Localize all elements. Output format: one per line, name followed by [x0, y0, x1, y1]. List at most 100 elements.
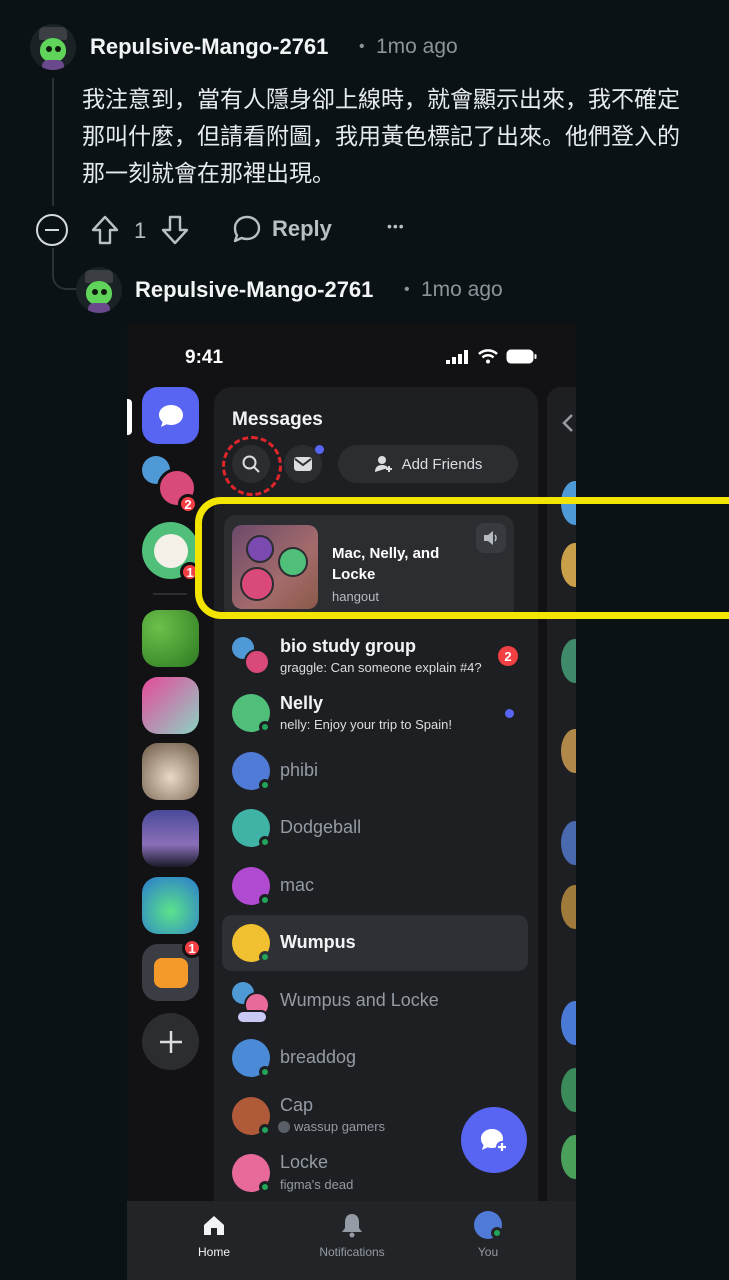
yellow-highlight-marker	[195, 497, 729, 619]
group-dm-avatar[interactable]: 2	[142, 456, 202, 516]
new-chat-icon	[481, 1129, 508, 1153]
direct-messages-button[interactable]	[142, 387, 199, 444]
tab-you[interactable]: You	[443, 1209, 533, 1259]
wifi-icon	[478, 349, 498, 364]
dm-name: Dodgeball	[280, 817, 362, 837]
dm-name: Wumpus and Locke	[280, 990, 439, 1010]
dm-row-bio-study-group[interactable]: bio study group graggle: Can someone exp…	[222, 628, 528, 684]
online-indicator	[259, 894, 271, 906]
server-frog[interactable]	[142, 677, 199, 734]
upvote-icon	[91, 215, 119, 245]
dm-row-mac[interactable]: mac	[222, 858, 528, 914]
reply-separator-dot: •	[404, 281, 410, 298]
battery-icon	[506, 349, 537, 364]
vote-count: 1	[134, 218, 147, 243]
dm-last-message: graggle: Can someone explain #4?	[280, 660, 482, 675]
reply-timestamp: 1mo ago	[421, 278, 503, 301]
dm-status: wassup gamers	[278, 1119, 385, 1134]
upvote-button[interactable]	[90, 214, 120, 246]
tab-home-label: Home	[197, 1245, 230, 1259]
dm-row-phibi[interactable]: phibi	[222, 743, 528, 799]
comment-bubble-icon	[233, 215, 261, 243]
unread-badge: 1	[182, 938, 202, 958]
chevron-left-icon	[562, 414, 573, 432]
comment-username[interactable]: Repulsive-Mango-2761	[90, 34, 328, 60]
online-indicator	[259, 1181, 271, 1193]
server-cat[interactable]	[142, 743, 199, 800]
red-dashed-circle-marker	[222, 436, 282, 496]
rail-selected-indicator	[127, 399, 132, 435]
separator-dot: •	[359, 38, 365, 55]
server-robot[interactable]: 1	[142, 938, 202, 1001]
dm-name: phibi	[280, 760, 319, 780]
reply-button[interactable]: Reply	[232, 214, 332, 244]
rail-separator	[153, 593, 187, 595]
server-slime[interactable]	[142, 877, 199, 934]
attached-screenshot[interactable]: 9:41 2 1 1 Messages Add Friends Mac, Nel…	[127, 323, 576, 1280]
online-indicator	[259, 779, 271, 791]
reply-username[interactable]: Repulsive-Mango-2761	[135, 277, 373, 303]
status-icons	[446, 349, 538, 364]
dm-row-wumpus-and-locke[interactable]: Wumpus and Locke	[222, 973, 528, 1029]
downvote-button[interactable]	[160, 214, 190, 246]
plus-icon	[159, 1030, 182, 1053]
signal-icon	[446, 349, 468, 364]
inbox-unread-dot	[315, 445, 324, 454]
online-indicator	[491, 1227, 503, 1239]
group-avatar	[232, 637, 270, 675]
tab-home[interactable]: Home	[169, 1209, 259, 1259]
dm-name: Wumpus	[280, 932, 356, 952]
friend-avatar-bunny[interactable]: 1	[142, 522, 200, 582]
dm-row-breaddog[interactable]: breaddog	[222, 1030, 528, 1086]
online-indicator	[259, 951, 271, 963]
status-emoji-icon	[278, 1120, 290, 1133]
dm-name: mac	[280, 875, 315, 895]
dm-status-text: wassup gamers	[294, 1119, 386, 1134]
user-avatar[interactable]	[30, 24, 76, 70]
reply-label: Reply	[272, 216, 332, 241]
new-message-button[interactable]	[461, 1107, 527, 1173]
bell-icon	[342, 1214, 362, 1238]
dm-last-message: nelly: Enjoy your trip to Spain!	[280, 717, 452, 732]
unread-badge: 2	[498, 646, 518, 666]
unread-badge: 2	[178, 494, 198, 514]
add-friend-icon	[374, 456, 392, 472]
tab-notifications-label: Notifications	[319, 1245, 385, 1259]
comment-body: 我注意到，當有人隱身卻上線時，就會顯示出來，我不確定那叫什麼，但請看附圖，我用黃…	[82, 87, 680, 187]
add-friends-button[interactable]: Add Friends	[338, 445, 518, 483]
collapse-thread-button[interactable]	[36, 214, 68, 246]
dm-name: bio study group	[280, 636, 416, 656]
server-sunset[interactable]	[142, 810, 199, 867]
dm-status-text: figma's dead	[280, 1177, 354, 1192]
inbox-button[interactable]	[284, 445, 324, 483]
dm-name: Locke	[280, 1152, 329, 1172]
add-friends-label: Add Friends	[401, 455, 483, 473]
thread-line	[52, 78, 54, 206]
comment-timestamp: 1mo ago	[376, 35, 458, 58]
add-server-button[interactable]	[142, 1013, 199, 1070]
dm-name: Cap	[280, 1095, 314, 1115]
envelope-icon	[294, 457, 312, 471]
reply-user-avatar[interactable]	[76, 267, 122, 313]
dm-name: Nelly	[280, 693, 324, 713]
dm-row-nelly[interactable]: Nelly nelly: Enjoy your trip to Spain!	[222, 685, 528, 741]
downvote-icon	[161, 215, 189, 245]
messages-title: Messages	[232, 409, 323, 430]
online-indicator	[259, 836, 271, 848]
home-icon	[204, 1216, 224, 1235]
typing-indicator	[236, 1010, 268, 1024]
bottom-tab-bar: Home Notifications You	[127, 1201, 576, 1280]
unread-dot	[505, 709, 514, 718]
more-options-button[interactable]: •••	[387, 218, 405, 234]
dm-row-dodgeball[interactable]: Dodgeball	[222, 800, 528, 856]
online-indicator	[259, 1124, 271, 1136]
dm-row-wumpus[interactable]: Wumpus	[222, 915, 528, 971]
online-indicator	[259, 1066, 271, 1078]
server-plants[interactable]	[142, 610, 199, 667]
tab-you-label: You	[477, 1245, 499, 1259]
dm-name: breaddog	[280, 1047, 357, 1067]
status-time: 9:41	[185, 347, 224, 368]
tab-notifications[interactable]: Notifications	[307, 1209, 397, 1259]
chat-bubble-icon	[158, 404, 183, 427]
online-indicator	[259, 721, 271, 733]
